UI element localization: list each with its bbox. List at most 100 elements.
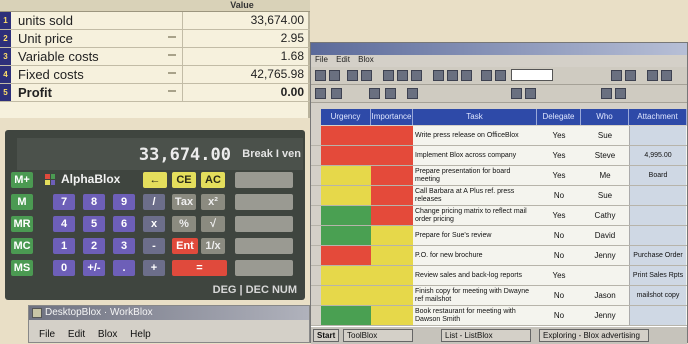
attachment-cell[interactable]: Purchase Order [629,246,686,265]
task-row[interactable]: Write press release on OfficeBlox Yes Sue [311,126,687,146]
column-icon[interactable] [511,88,522,99]
backspace-button[interactable]: ← [143,172,167,188]
urgency-cell[interactable] [321,306,371,325]
column-header-urgency[interactable]: Urgency [321,109,371,125]
memory-recall-button[interactable]: MR [11,216,33,232]
equals-button[interactable]: = [172,260,227,276]
save-icon[interactable] [347,70,358,81]
close-icon[interactable] [407,88,418,99]
importance-cell[interactable] [371,146,413,165]
undo-icon[interactable] [385,88,396,99]
who-cell[interactable]: Sue [581,186,629,205]
delegate-cell[interactable]: Yes [537,146,581,165]
sort-icon[interactable] [433,70,444,81]
task-cell[interactable]: Prepare for Sue's review [413,226,537,245]
percent-button[interactable]: % [172,216,196,232]
delegate-cell[interactable]: Yes [537,166,581,185]
key-8[interactable]: 8 [83,194,105,210]
importance-cell[interactable] [371,246,413,265]
find-icon[interactable] [461,70,472,81]
who-cell[interactable]: Jason [581,286,629,305]
urgency-cell[interactable] [321,266,371,285]
attachment-cell[interactable]: Print Sales Rpts [629,266,686,285]
row-label[interactable]: Fixed costs [14,66,183,83]
function-slot[interactable] [235,172,293,188]
task-row[interactable]: Book restaurant for meeting with Dawson … [311,306,687,326]
filter-icon[interactable] [447,70,458,81]
delegate-cell[interactable]: No [537,306,581,325]
sqrt-button[interactable]: √ [201,216,225,232]
row-label[interactable]: units sold [14,12,183,29]
urgency-cell[interactable] [321,206,371,225]
task-row[interactable]: Prepare presentation for board meeting Ye… [311,166,687,186]
delegate-cell[interactable]: No [537,246,581,265]
row-selector[interactable] [311,286,321,305]
divide-button[interactable]: / [143,194,165,210]
key-2[interactable]: 2 [83,238,105,254]
task-cell[interactable]: Prepare presentation for board meeting [413,166,537,185]
memory-clear-button[interactable]: MC [11,238,33,254]
listblox-title-bar[interactable] [311,43,687,55]
task-row[interactable]: Call Barbara at A Plus ref. press releas… [311,186,687,206]
sheet-row-profit[interactable]: 5 Profit 0.00 [0,84,310,102]
attachment-cell[interactable]: 4,995.00 [629,146,686,165]
taskbar-toolblox[interactable]: ToolBlox [343,329,413,342]
delegate-cell[interactable]: Yes [537,206,581,225]
urgency-cell[interactable] [321,226,371,245]
column-header-delegate[interactable]: Delegate [537,109,581,125]
importance-cell[interactable] [371,166,413,185]
memory-plus-button[interactable]: M+ [11,172,33,188]
who-cell[interactable]: Sue [581,126,629,145]
task-row[interactable]: P.O. for new brochure No Jenny Purchase Ord… [311,246,687,266]
sheet-row[interactable]: 1 units sold 33,674.00 [0,12,310,30]
plus-button[interactable]: + [143,260,165,276]
new-icon[interactable] [315,70,326,81]
task-row[interactable]: Change pricing matrix to reflect mail or… [311,206,687,226]
row-selector[interactable] [311,126,321,145]
task-cell[interactable]: Write press release on OfficeBlox [413,126,537,145]
task-cell[interactable]: Call Barbara at A Plus ref. press releas… [413,186,537,205]
decimal-button[interactable]: . [113,260,135,276]
task-cell[interactable]: Change pricing matrix to reflect mail or… [413,206,537,225]
urgency-cell[interactable] [321,186,371,205]
key-0[interactable]: 0 [53,260,75,276]
task-cell[interactable]: Review sales and back-log reports [413,266,537,285]
attachment-cell[interactable] [629,206,686,225]
memory-button[interactable]: M [11,194,33,210]
menu-file[interactable]: File [39,329,55,340]
value-column-header[interactable]: Value [180,0,304,11]
delegate-cell[interactable]: No [537,286,581,305]
attachment-cell[interactable]: mailshot copy [629,286,686,305]
urgency-cell[interactable] [321,146,371,165]
minus-button[interactable]: - [143,238,165,254]
row-label[interactable]: Profit [14,84,183,101]
grid-icon[interactable] [661,70,672,81]
task-row[interactable]: Review sales and back-log reports Yes Prin… [311,266,687,286]
delegate-cell[interactable]: Yes [537,266,581,285]
key-4[interactable]: 4 [53,216,75,232]
start-button[interactable]: Start [313,329,339,342]
urgency-cell[interactable] [321,286,371,305]
chart-icon[interactable] [611,70,622,81]
cut-icon[interactable] [383,70,394,81]
memory-store-button[interactable]: MS [11,260,33,276]
key-5[interactable]: 5 [83,216,105,232]
taskbar-listblox[interactable]: List - ListBlox [441,329,531,342]
menu-edit[interactable]: Edit [68,329,85,340]
attachment-cell[interactable]: Board Presentation [629,166,686,185]
sort-desc-icon[interactable] [615,88,626,99]
function-slot[interactable] [235,216,293,232]
row-selector[interactable] [311,266,321,285]
importance-cell[interactable] [371,286,413,305]
multiply-button[interactable]: x [143,216,165,232]
row-selector[interactable] [311,146,321,165]
task-row[interactable]: Finish copy for meeting with Dwayne ref … [311,286,687,306]
workblox-title-bar[interactable]: DesktopBlox · WorkBlox [29,306,309,320]
menu-edit[interactable]: Edit [336,55,350,64]
enter-button[interactable]: Ent [172,238,198,254]
who-cell[interactable]: Cathy [581,206,629,225]
row-value[interactable]: 33,674.00 [180,12,308,29]
key-3[interactable]: 3 [113,238,135,254]
row-selector[interactable] [311,246,321,265]
urgency-cell[interactable] [321,166,371,185]
